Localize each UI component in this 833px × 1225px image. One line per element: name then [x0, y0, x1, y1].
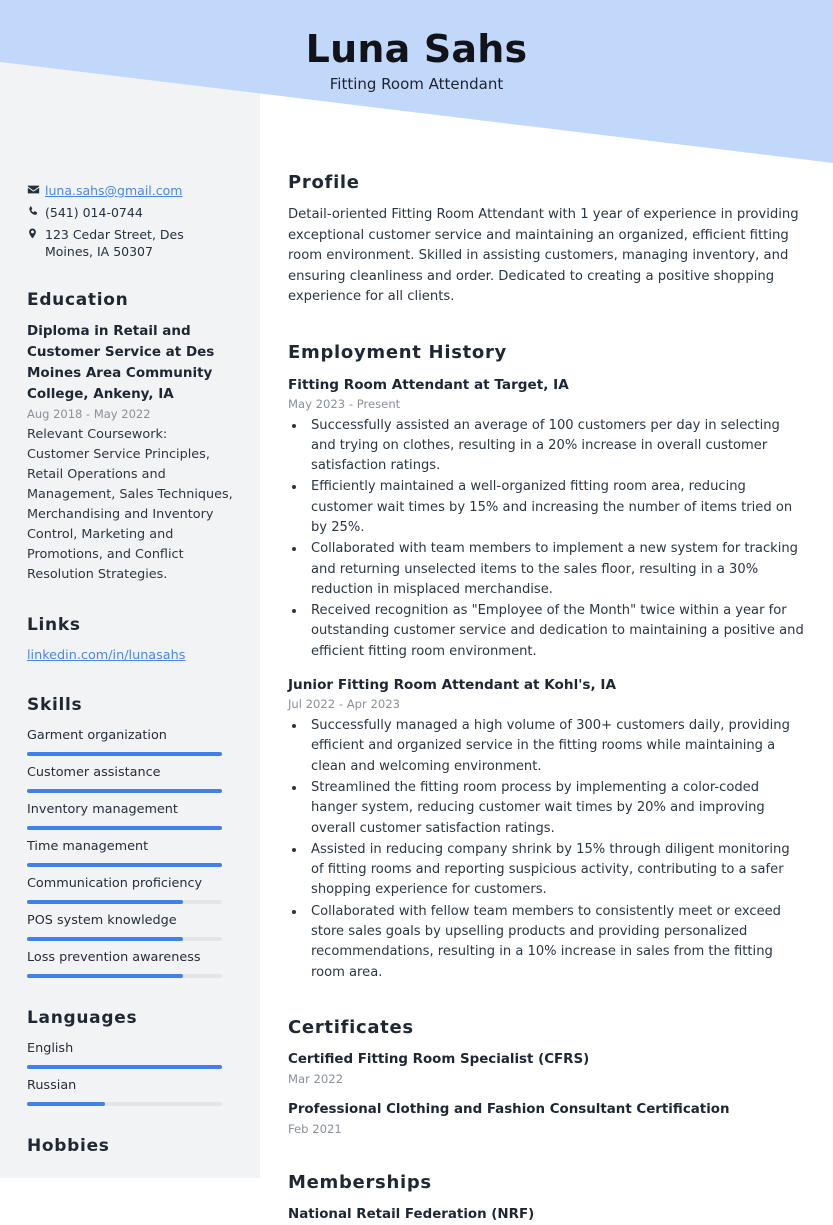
certificates-heading: Certificates [288, 1016, 414, 1038]
header-text-block: Luna Sahs Fitting Room Attendant [0, 0, 833, 110]
memberships-heading: Memberships [288, 1171, 432, 1193]
employment-entry: Junior Fitting Room Attendant at Kohl's,… [288, 675, 806, 983]
skill-label: Customer assistance [27, 765, 161, 780]
skill-label: Garment organization [27, 728, 167, 743]
contact-value[interactable]: luna.sahs@gmail.com [45, 183, 182, 198]
skill-level-bar [27, 752, 222, 756]
languages-list: English Russian [27, 1039, 233, 1106]
profile-text: Detail-oriented Fitting Room Attendant w… [288, 207, 799, 304]
skills-list: Garment organization Customer assistance I… [27, 726, 233, 978]
skill-label: Inventory management [27, 802, 178, 817]
certificate-entry: Certified Fitting Room Specialist (CFRS)… [288, 1050, 806, 1088]
skill-level-bar [27, 863, 222, 867]
contact-value: (541) 014-0744 [45, 205, 143, 220]
certificate-name: Professional Clothing and Fashion Consul… [288, 1101, 730, 1117]
skill-label: POS system knowledge [27, 913, 177, 928]
language-level-bar [27, 1065, 222, 1069]
skill-label: Time management [27, 839, 149, 854]
employment-entry: Fitting Room Attendant at Target, IA May … [288, 375, 806, 663]
skill-level-fill [27, 937, 183, 941]
skill-level-bar [27, 900, 222, 904]
education-entry: Diploma in Retail and Customer Service a… [27, 321, 233, 585]
job-bullet: Assisted in reducing company shrink by 1… [306, 840, 806, 901]
sidebar: luna.sahs@gmail.com (541) 014-0744 123 Ced… [0, 0, 260, 1178]
skill-level-fill [27, 789, 222, 793]
skill: Customer assistance [27, 763, 233, 793]
job-bullet: Successfully assisted an average of 100 … [306, 416, 806, 477]
skill-label: Communication proficiency [27, 876, 203, 891]
contact-list: luna.sahs@gmail.com (541) 014-0744 123 Ced… [27, 182, 233, 260]
languages-heading: Languages [27, 1008, 138, 1028]
contact-row: 123 Cedar Street, Des Moines, IA 50307 [27, 226, 233, 260]
profile-heading: Profile [288, 172, 360, 193]
certificate-entry: Professional Clothing and Fashion Consul… [288, 1100, 806, 1138]
job-bullet: Efficiently maintained a well-organized … [306, 477, 806, 538]
phone-icon [27, 204, 45, 218]
envelope-icon [27, 182, 45, 196]
contact-row: (541) 014-0744 [27, 204, 233, 221]
employment-list: Fitting Room Attendant at Target, IA May … [288, 375, 806, 983]
links-list: linkedin.com/in/lunasahs [27, 646, 233, 665]
skill: Inventory management [27, 800, 233, 830]
skill: POS system knowledge [27, 911, 233, 941]
contact-value: 123 Cedar Street, Des Moines, IA 50307 [45, 227, 184, 259]
language: English [27, 1039, 233, 1069]
education-list: Diploma in Retail and Customer Service a… [27, 321, 233, 585]
education-description: Relevant Coursework: Customer Service Pr… [27, 427, 233, 582]
skill: Communication proficiency [27, 874, 233, 904]
job-bullet: Collaborated with fellow team members to… [306, 902, 806, 983]
job-title: Fitting Room Attendant at Target, IA [288, 376, 569, 393]
skill: Time management [27, 837, 233, 867]
contact-email-link[interactable]: luna.sahs@gmail.com [45, 182, 233, 199]
education-title: Diploma in Retail and Customer Service a… [27, 323, 215, 402]
main-content: Profile Detail-oriented Fitting Room Att… [260, 0, 833, 1222]
location-pin-icon [27, 226, 45, 240]
certificate-name: Certified Fitting Room Specialist (CFRS) [288, 1051, 590, 1067]
links-heading: Links [27, 615, 81, 635]
certificates-list: Certified Fitting Room Specialist (CFRS)… [288, 1050, 806, 1138]
skill-level-fill [27, 752, 222, 756]
language-level-fill [27, 1102, 105, 1106]
job-bullet-list: Successfully managed a high volume of 30… [306, 716, 806, 983]
link-item[interactable]: linkedin.com/in/lunasahs [27, 646, 233, 665]
skill: Loss prevention awareness [27, 948, 233, 978]
job-title: Junior Fitting Room Attendant at Kohl's,… [288, 677, 616, 694]
language-level-fill [27, 1065, 222, 1069]
memberships-list: National Retail Federation (NRF) [288, 1205, 806, 1225]
skill-level-bar [27, 789, 222, 793]
job-date: May 2023 - Present [288, 396, 401, 411]
language-level-bar [27, 1102, 222, 1106]
hobbies-heading: Hobbies [27, 1136, 110, 1156]
skill-level-bar [27, 937, 222, 941]
job-bullet-list: Successfully assisted an average of 100 … [306, 416, 806, 663]
certificate-date: Mar 2022 [288, 1071, 344, 1086]
job-date: Jul 2022 - Apr 2023 [288, 697, 400, 712]
skill-level-fill [27, 826, 222, 830]
skill-level-bar [27, 974, 222, 978]
employment-heading: Employment History [288, 341, 507, 363]
language-label: English [27, 1041, 74, 1056]
education-date: Aug 2018 - May 2022 [27, 407, 151, 421]
language-label: Russian [27, 1078, 77, 1093]
candidate-job-title: Fitting Room Attendant [329, 75, 504, 93]
skill: Garment organization [27, 726, 233, 756]
job-bullet: Received recognition as "Employee of the… [306, 601, 806, 662]
job-bullet: Streamlined the fitting room process by … [306, 778, 806, 839]
skill-level-fill [27, 974, 183, 978]
job-bullet: Successfully managed a high volume of 30… [306, 716, 806, 777]
skill-level-fill [27, 900, 183, 904]
language: Russian [27, 1076, 233, 1106]
skill-label: Loss prevention awareness [27, 950, 201, 965]
job-bullet: Collaborated with team members to implem… [306, 539, 806, 600]
page-title: Luna Sahs [305, 27, 528, 71]
skills-heading: Skills [27, 695, 83, 715]
certificate-date: Feb 2021 [288, 1121, 342, 1136]
membership-entry: National Retail Federation (NRF) [288, 1206, 535, 1222]
skill-level-bar [27, 826, 222, 830]
contact-row[interactable]: luna.sahs@gmail.com [27, 182, 233, 199]
education-heading: Education [27, 290, 129, 310]
skill-level-fill [27, 863, 222, 867]
